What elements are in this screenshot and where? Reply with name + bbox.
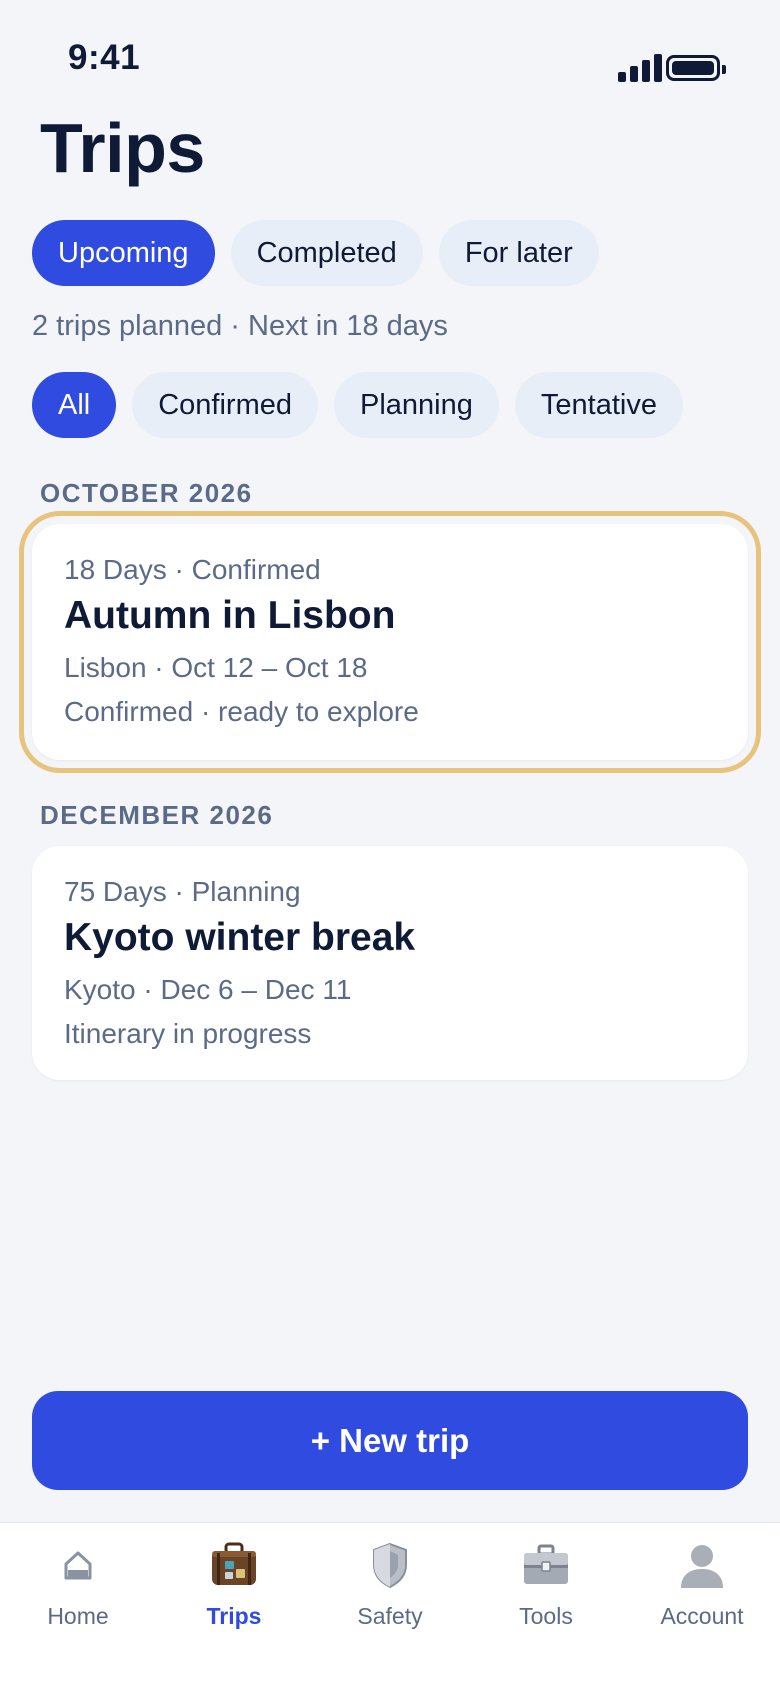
- page-title: Trips: [40, 109, 205, 187]
- bottom-nav: Home Trips Safety Tools Account: [0, 1522, 780, 1688]
- filter-chips: All Confirmed Planning Tentative: [32, 372, 683, 438]
- person-icon: [674, 1537, 730, 1593]
- status-bar: 9:41: [0, 0, 780, 110]
- trip-note: Confirmed · ready to explore: [64, 696, 419, 727]
- filter-tentative[interactable]: Tentative: [514, 372, 683, 438]
- shield-icon: [362, 1537, 418, 1593]
- filter-all[interactable]: All: [32, 372, 117, 438]
- status-time: 9:41: [68, 38, 141, 77]
- nav-label: Home: [47, 1603, 109, 1629]
- nav-item-safety[interactable]: Safety: [312, 1523, 468, 1688]
- tab-for-later[interactable]: For later: [438, 220, 599, 286]
- signal-icon: [618, 54, 670, 82]
- trip-meta: 18 Days · Confirmed: [64, 554, 321, 585]
- tab-upcoming[interactable]: Upcoming: [32, 220, 215, 286]
- home-icon: [50, 1537, 106, 1593]
- trips-summary: 2 trips planned · Next in 18 days: [32, 310, 448, 342]
- nav-item-home[interactable]: Home: [0, 1523, 156, 1688]
- trip-title: Autumn in Lisbon: [64, 594, 396, 637]
- nav-item-trips[interactable]: Trips: [156, 1523, 312, 1688]
- trip-card-lisbon[interactable]: 18 Days · Confirmed Autumn in Lisbon Lis…: [19, 511, 761, 773]
- trip-meta: 75 Days · Planning: [64, 876, 301, 907]
- trip-card-kyoto[interactable]: 75 Days · Planning Kyoto winter break Ky…: [32, 846, 748, 1080]
- nav-label: Safety: [357, 1603, 423, 1629]
- toolbox-icon: [518, 1537, 574, 1593]
- nav-label: Account: [660, 1603, 744, 1629]
- nav-label: Trips: [206, 1603, 262, 1629]
- trips-screen: 9:41 Trips Upcoming Completed For later …: [0, 0, 780, 1688]
- trip-note: Itinerary in progress: [64, 1018, 312, 1049]
- section-label-december: DECEMBER 2026: [40, 800, 274, 830]
- nav-item-account[interactable]: Account: [624, 1523, 780, 1688]
- trip-location-dates: Kyoto · Dec 6 – Dec 11: [64, 974, 352, 1005]
- trip-status-tabs: Upcoming Completed For later: [32, 220, 599, 286]
- suitcase-icon: [206, 1537, 262, 1593]
- tab-completed[interactable]: Completed: [230, 220, 423, 286]
- battery-icon: [666, 55, 726, 81]
- filter-confirmed[interactable]: Confirmed: [132, 372, 319, 438]
- nav-label: Tools: [519, 1603, 573, 1629]
- new-trip-button[interactable]: + New trip: [32, 1391, 748, 1490]
- section-label-october: OCTOBER 2026: [40, 478, 253, 508]
- trip-title: Kyoto winter break: [64, 916, 416, 959]
- trip-location-dates: Lisbon · Oct 12 – Oct 18: [64, 652, 368, 683]
- nav-item-tools[interactable]: Tools: [468, 1523, 624, 1688]
- filter-planning[interactable]: Planning: [334, 372, 499, 438]
